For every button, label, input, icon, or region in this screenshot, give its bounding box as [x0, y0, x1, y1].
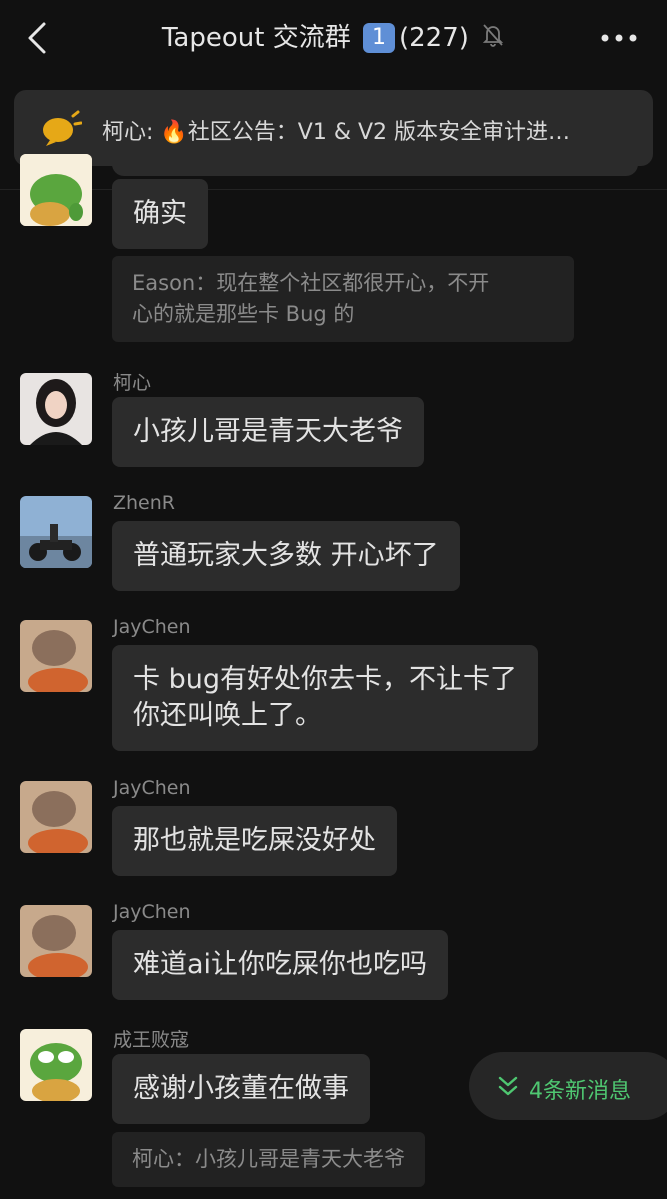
frog-avatar[interactable]: [20, 1029, 92, 1101]
group-name: Tapeout 交流群: [161, 23, 351, 53]
more-dots-icon: [601, 34, 637, 42]
divider: [0, 189, 667, 190]
announcement-banner[interactable]: 柯心: 🔥社区公告：V1 & V2 版本安全审计进…: [14, 90, 653, 166]
message-bubble[interactable]: 确实: [112, 179, 208, 249]
announcement-text: 柯心: 🔥社区公告：V1 & V2 版本安全审计进…: [102, 120, 571, 145]
more-button[interactable]: [599, 28, 639, 48]
sender-name: JayChen: [113, 777, 191, 799]
sender-name: 成王败寇: [113, 1029, 190, 1051]
message-bubble[interactable]: 小孩儿哥是青天大老爷: [112, 397, 424, 467]
woman-avatar[interactable]: [20, 373, 92, 445]
message-bubble[interactable]: 那也就是吃屎没好处: [112, 806, 397, 876]
new-messages-label: 4条新消息: [529, 1079, 631, 1104]
chat-header: Tapeout 交流群 1 (227): [0, 0, 667, 76]
chat-title: Tapeout 交流群 1 (227): [0, 20, 667, 58]
megaphone-icon: [40, 110, 83, 150]
quoted-message[interactable]: 柯心：小孩儿哥是青天大老爷: [112, 1132, 425, 1187]
frog-avatar[interactable]: [20, 154, 92, 226]
group-number-badge: 1: [362, 23, 395, 53]
sender-name: ZhenR: [113, 492, 175, 514]
blurred-avatar[interactable]: [20, 905, 92, 977]
message-bubble[interactable]: 感谢小孩董在做事: [112, 1054, 370, 1124]
member-count: (227): [398, 23, 469, 53]
motorcycle-avatar[interactable]: [20, 496, 92, 568]
sender-name: JayChen: [113, 901, 191, 923]
new-messages-button[interactable]: 4条新消息: [469, 1052, 667, 1120]
message-bubble[interactable]: 难道ai让你吃屎你也吃吗: [112, 930, 449, 1000]
message-bubble[interactable]: 卡 bug有好处你去卡，不让卡了 你还叫唤上了。: [112, 645, 538, 751]
sender-name: 柯心: [113, 372, 152, 394]
quoted-message[interactable]: Eason：现在整个社区都很开心，不开 心的就是那些卡 Bug 的: [112, 256, 574, 342]
message-bubble[interactable]: 普通玩家大多数 开心坏了: [112, 521, 460, 591]
double-chevron-down-icon: [497, 1074, 519, 1104]
mute-bell-icon: [481, 22, 505, 58]
blurred-avatar[interactable]: [20, 620, 92, 692]
blurred-avatar[interactable]: [20, 781, 92, 853]
sender-name: JayChen: [113, 616, 191, 638]
